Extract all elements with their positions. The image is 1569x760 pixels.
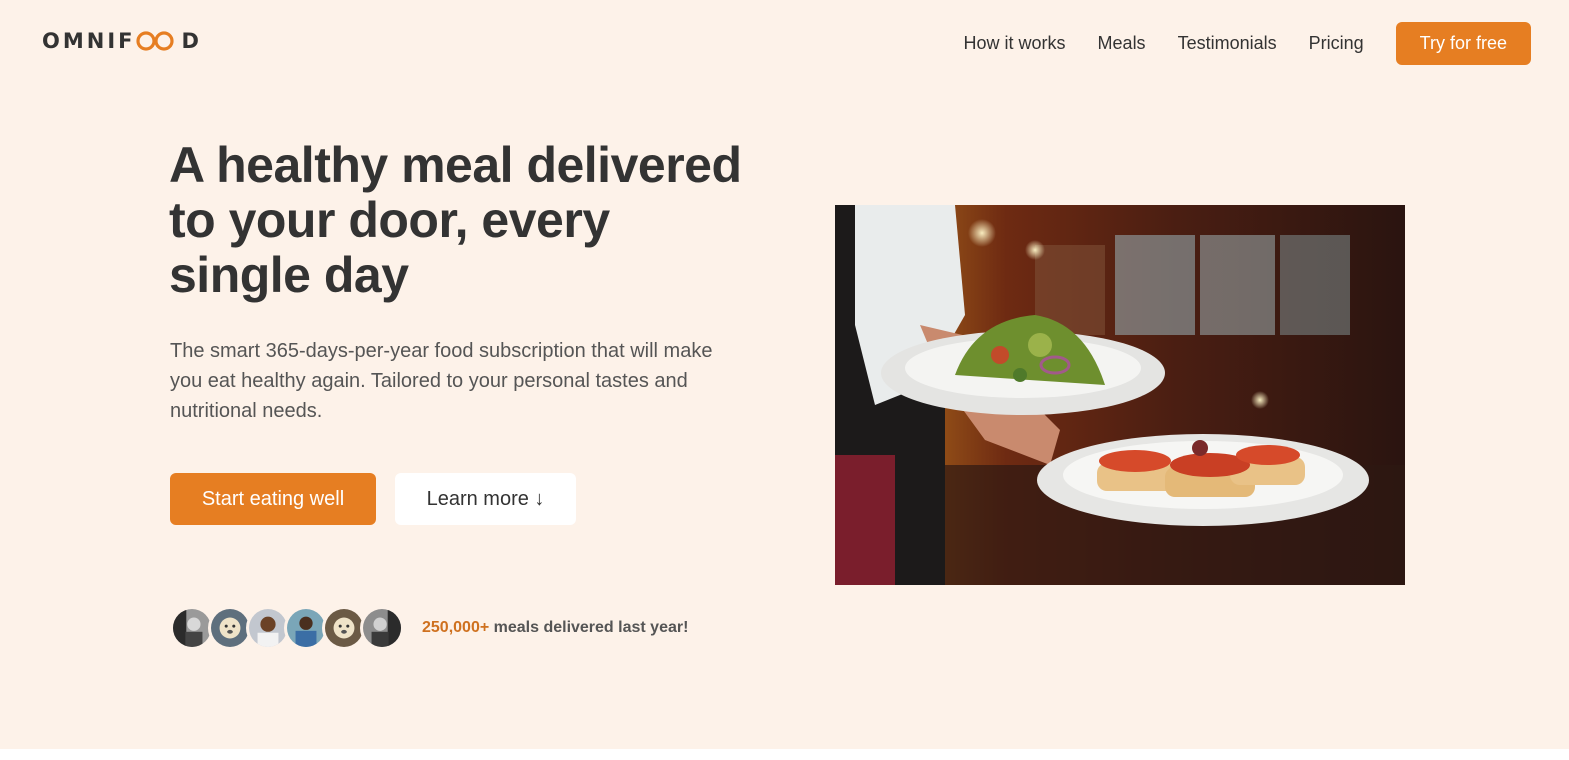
logo-text-left: OMNIF [42,29,136,53]
logo-text-right: D [181,29,202,53]
delivered-meals: 250,000+ meals delivered last year! [170,606,688,650]
try-for-free-button[interactable]: Try for free [1395,22,1531,65]
learn-more-button[interactable]: Learn more ↓ [395,473,576,525]
start-eating-well-button[interactable]: Start eating well [170,473,376,525]
hero-title: A healthy meal delivered to your door, e… [169,137,742,303]
nav-link-meals[interactable]: Meals [1098,33,1146,54]
main-nav: How it works Meals Testimonials Pricing … [964,22,1531,65]
nav-link-testimonials[interactable]: Testimonials [1178,33,1277,54]
hero-image [835,205,1405,585]
customer-avatar [360,606,404,650]
logo[interactable]: OMNIF D [42,28,202,54]
hero-description: The smart 365-days-per-year food subscri… [170,340,713,422]
nav-link-pricing[interactable]: Pricing [1309,33,1364,54]
nav-link-how-it-works[interactable]: How it works [964,33,1066,54]
delivered-count: 250,000+ [422,619,490,636]
delivered-label: meals delivered last year! [489,619,689,636]
delivered-text: 250,000+ meals delivered last year! [422,619,688,637]
infinity-logo-icon [136,31,175,51]
